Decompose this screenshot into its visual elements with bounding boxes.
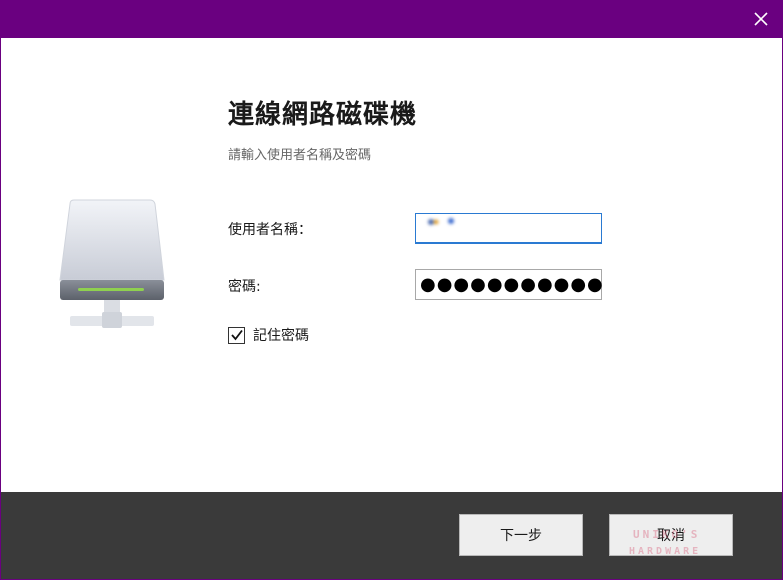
username-input[interactable] (415, 213, 602, 244)
page-subtitle: 請輸入使用者名稱及密碼 (228, 148, 372, 163)
cancel-button[interactable]: 取消 (609, 514, 733, 556)
page-title: 連線網路磁碟機 (228, 100, 418, 130)
password-label: 密碼: (228, 279, 261, 295)
network-drive-icon (56, 198, 168, 338)
close-icon (754, 12, 768, 26)
checkbox-box[interactable] (228, 326, 245, 344)
remember-password-label: 記住密碼 (253, 328, 309, 344)
username-label: 使用者名稱： (228, 222, 312, 238)
remember-password-checkbox[interactable]: 記住密碼 (228, 325, 309, 345)
connect-network-drive-dialog: 連線網路磁碟機 請輸入使用者名稱及密碼 使用者名稱： 密碼: ●●●●●●●●●… (0, 0, 783, 580)
checkmark-icon (230, 329, 243, 341)
password-input[interactable]: ●●●●●●●●●●● (415, 269, 603, 300)
dialog-footer: 下一步 取消 (1, 492, 782, 579)
close-button[interactable] (746, 4, 776, 34)
title-bar (1, 0, 782, 38)
next-button[interactable]: 下一步 (459, 514, 583, 556)
